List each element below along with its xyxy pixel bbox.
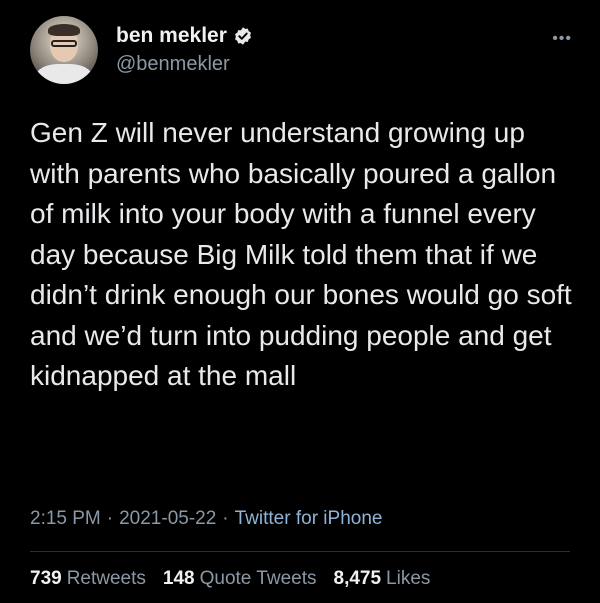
- more-horizontal-icon[interactable]: •••: [552, 30, 572, 48]
- name-row: ben mekler: [116, 24, 253, 48]
- tweet-text: Gen Z will never understand growing up w…: [30, 117, 572, 391]
- tweet-source[interactable]: Twitter for iPhone: [235, 508, 383, 530]
- tweet-stats: 739 Retweets 148 Quote Tweets 8,475 Likes: [30, 568, 447, 590]
- quote-tweets-count: 148: [162, 568, 195, 589]
- quote-tweets-stat[interactable]: 148 Quote Tweets: [163, 568, 317, 590]
- quote-tweets-label: Quote Tweets: [199, 568, 317, 589]
- retweets-count: 739: [30, 568, 62, 589]
- tweet-date[interactable]: 2021-05-22: [119, 508, 216, 530]
- meta-separator: ·: [106, 508, 114, 529]
- likes-count: 8,475: [333, 568, 382, 589]
- author-names: ben mekler @benmekler: [116, 24, 253, 76]
- author-handle[interactable]: @benmekler: [116, 53, 253, 76]
- avatar-shirt: [36, 64, 92, 84]
- meta-separator: ·: [222, 508, 229, 529]
- avatar-glasses: [51, 40, 77, 47]
- tweet-card: ben mekler @benmekler ••• Gen Z will nev…: [0, 0, 600, 603]
- likes-stat[interactable]: 8,475 Likes: [334, 568, 431, 590]
- verified-badge-icon: [233, 26, 253, 46]
- display-name[interactable]: ben mekler: [116, 24, 227, 48]
- tweet-meta: 2:15 PM · 2021-05-22 · Twitter for iPhon…: [30, 508, 382, 530]
- tweet-time[interactable]: 2:15 PM: [30, 508, 101, 530]
- divider: [30, 551, 570, 552]
- tweet-header: ben mekler @benmekler: [30, 10, 253, 90]
- avatar[interactable]: [30, 16, 98, 84]
- retweets-stat[interactable]: 739 Retweets: [30, 568, 146, 590]
- retweets-label: Retweets: [66, 568, 146, 589]
- likes-label: Likes: [386, 568, 431, 589]
- avatar-hair: [48, 24, 80, 36]
